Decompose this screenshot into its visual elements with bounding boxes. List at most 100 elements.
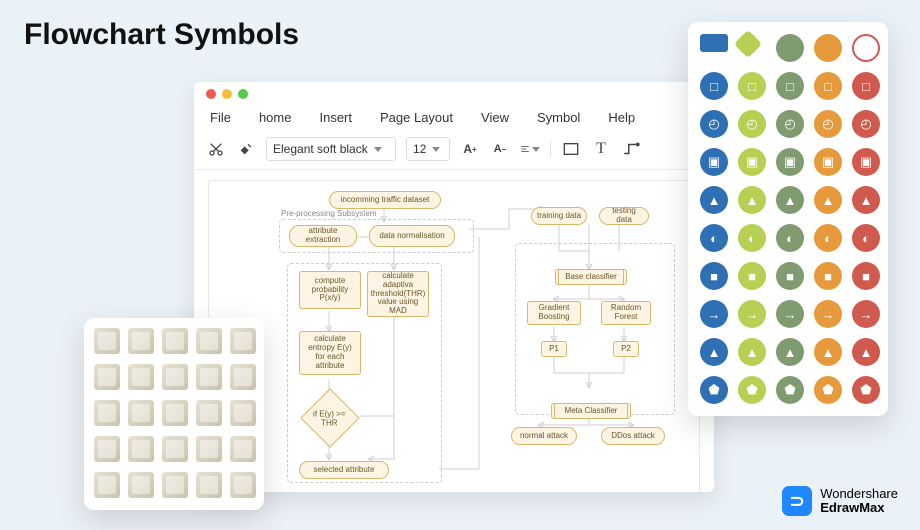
palette-symbol[interactable]: ◴ — [814, 110, 842, 138]
cut-icon[interactable] — [206, 139, 226, 159]
palette-symbol[interactable]: ▲ — [814, 338, 842, 366]
font-size-select[interactable]: 12 — [406, 137, 450, 161]
palette-symbol[interactable]: → — [852, 300, 880, 328]
palette-symbol[interactable]: ▲ — [738, 186, 766, 214]
node-normal[interactable]: normal attack — [511, 427, 577, 445]
maximize-dot[interactable] — [238, 89, 248, 99]
connector-tool-icon[interactable] — [621, 139, 641, 159]
palette-symbol[interactable]: → — [814, 300, 842, 328]
clipart-item[interactable] — [162, 472, 188, 498]
clipart-item[interactable] — [162, 328, 188, 354]
palette-symbol[interactable]: □ — [776, 72, 804, 100]
menu-view[interactable]: View — [481, 110, 509, 125]
palette-symbol[interactable]: ◐ — [852, 224, 880, 252]
node-decision[interactable]: if E(y) >= THR — [309, 397, 351, 439]
text-tool-icon[interactable]: T — [591, 139, 611, 159]
palette-symbol[interactable]: ◐ — [738, 224, 766, 252]
clipart-item[interactable] — [128, 328, 154, 354]
clipart-item[interactable] — [94, 364, 120, 390]
palette-symbol[interactable]: ▲ — [852, 186, 880, 214]
clipart-item[interactable] — [230, 472, 256, 498]
menu-symbol[interactable]: Symbol — [537, 110, 580, 125]
node-calc-thr[interactable]: calculate adaptiva threshold(THR) value … — [367, 271, 429, 317]
palette-diamond[interactable] — [734, 30, 762, 58]
palette-symbol[interactable]: ◴ — [776, 110, 804, 138]
clipart-item[interactable] — [162, 436, 188, 462]
clipart-item[interactable] — [94, 328, 120, 354]
palette-symbol[interactable]: → — [700, 300, 728, 328]
node-incoming[interactable]: incomming traffic dataset — [329, 191, 441, 209]
palette-circle-orange[interactable] — [814, 34, 842, 62]
palette-symbol[interactable]: ◐ — [814, 224, 842, 252]
node-data-norm[interactable]: data normalisation — [369, 225, 455, 247]
shape-rect-icon[interactable] — [561, 139, 581, 159]
node-testing[interactable]: testing data — [599, 207, 649, 225]
close-dot[interactable] — [206, 89, 216, 99]
clipart-item[interactable] — [196, 400, 222, 426]
node-gboost[interactable]: Gradient Boosting — [527, 301, 581, 325]
palette-symbol[interactable]: ◐ — [776, 224, 804, 252]
node-calc-entropy[interactable]: calculate entropy E(y) for each attribut… — [299, 331, 361, 375]
minimize-dot[interactable] — [222, 89, 232, 99]
node-training[interactable]: training data — [531, 207, 587, 225]
palette-rect[interactable] — [700, 34, 728, 52]
clipart-item[interactable] — [196, 436, 222, 462]
clipart-item[interactable] — [94, 436, 120, 462]
menu-insert[interactable]: Insert — [319, 110, 352, 125]
clipart-item[interactable] — [196, 472, 222, 498]
menu-home[interactable]: home — [259, 110, 292, 125]
palette-symbol[interactable]: ◴ — [852, 110, 880, 138]
palette-symbol[interactable]: ▣ — [814, 148, 842, 176]
menu-page-layout[interactable]: Page Layout — [380, 110, 453, 125]
palette-symbol[interactable]: □ — [852, 72, 880, 100]
clipart-item[interactable] — [128, 400, 154, 426]
palette-symbol[interactable]: ⬟ — [814, 376, 842, 404]
palette-symbol[interactable]: ▣ — [852, 148, 880, 176]
node-base-classifier[interactable]: Base classifier — [555, 269, 627, 285]
node-p1[interactable]: P1 — [541, 341, 567, 357]
clipart-item[interactable] — [128, 364, 154, 390]
clipart-item[interactable] — [94, 400, 120, 426]
node-compute-prob[interactable]: compute probability P(x/y) — [299, 271, 361, 309]
palette-symbol[interactable]: ▣ — [776, 148, 804, 176]
palette-symbol[interactable]: ▲ — [738, 338, 766, 366]
decrease-font-icon[interactable]: A− — [490, 139, 510, 159]
clipart-item[interactable] — [230, 436, 256, 462]
palette-symbol[interactable]: ▲ — [776, 338, 804, 366]
palette-symbol[interactable]: ▣ — [738, 148, 766, 176]
palette-symbol[interactable]: □ — [700, 72, 728, 100]
node-rforest[interactable]: Random Forest — [601, 301, 651, 325]
node-attr-ext[interactable]: attribute extraction — [289, 225, 357, 247]
menu-file[interactable]: File — [210, 110, 231, 125]
clipart-item[interactable] — [162, 400, 188, 426]
palette-symbol[interactable]: ■ — [852, 262, 880, 290]
palette-symbol[interactable]: ◐ — [700, 224, 728, 252]
increase-font-icon[interactable]: A+ — [460, 139, 480, 159]
palette-symbol[interactable]: ▲ — [700, 338, 728, 366]
clipart-item[interactable] — [128, 436, 154, 462]
palette-symbol[interactable]: ■ — [700, 262, 728, 290]
node-selected[interactable]: selected attribute — [299, 461, 389, 479]
clipart-item[interactable] — [196, 328, 222, 354]
clipart-item[interactable] — [230, 400, 256, 426]
clipart-item[interactable] — [196, 364, 222, 390]
menu-help[interactable]: Help — [608, 110, 635, 125]
palette-symbol[interactable]: → — [738, 300, 766, 328]
palette-symbol[interactable]: ⬟ — [738, 376, 766, 404]
format-painter-icon[interactable] — [236, 139, 256, 159]
diagram-canvas[interactable]: Pre-processing Subsystem Adaptive Attrib… — [208, 180, 700, 492]
node-meta[interactable]: Meta Classifier — [551, 403, 631, 419]
palette-symbol[interactable]: ▲ — [700, 186, 728, 214]
palette-symbol[interactable]: □ — [738, 72, 766, 100]
palette-symbol[interactable]: ▣ — [700, 148, 728, 176]
palette-symbol[interactable]: → — [776, 300, 804, 328]
clipart-item[interactable] — [94, 472, 120, 498]
palette-symbol[interactable]: ▲ — [814, 186, 842, 214]
palette-ring-red[interactable] — [852, 34, 880, 62]
font-select[interactable]: Elegant soft black — [266, 137, 396, 161]
clipart-item[interactable] — [162, 364, 188, 390]
palette-symbol[interactable]: □ — [814, 72, 842, 100]
palette-symbol[interactable]: ■ — [776, 262, 804, 290]
align-icon[interactable] — [520, 139, 540, 159]
palette-symbol[interactable]: ◴ — [738, 110, 766, 138]
